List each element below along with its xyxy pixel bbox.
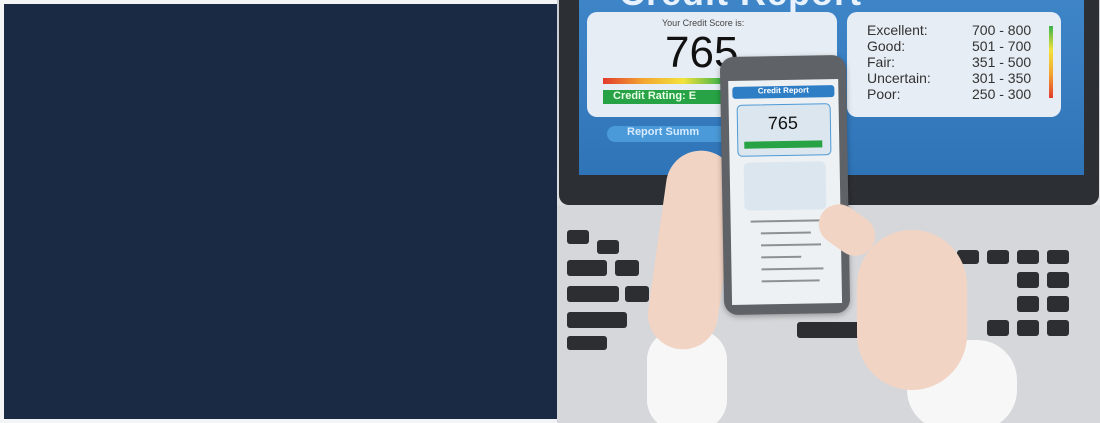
keyboard-key — [1017, 272, 1039, 288]
range-value: 501 - 700 — [972, 38, 1032, 54]
keyboard-key — [567, 286, 619, 302]
keyboard-key — [567, 336, 607, 350]
phone-text-line — [760, 231, 811, 235]
keyboard-key — [1047, 250, 1069, 264]
keyboard-key — [567, 230, 589, 244]
keyboard-key — [1017, 250, 1039, 264]
range-value: 700 - 800 — [972, 22, 1032, 38]
range-label: Fair: — [867, 54, 895, 70]
phone-text-line — [761, 243, 822, 247]
range-color-bar — [1049, 26, 1053, 98]
range-value: 301 - 350 — [972, 70, 1032, 86]
phone-rating-bar — [744, 140, 823, 149]
keyboard-key — [1017, 296, 1039, 312]
smartphone: Credit Report 765 — [719, 54, 851, 316]
keyboard-key — [987, 320, 1009, 336]
phone-text-line — [761, 255, 802, 259]
keyboard-key — [615, 260, 639, 276]
range-label: Uncertain: — [867, 70, 931, 86]
keyboard-key — [597, 240, 619, 254]
keyboard-key — [1047, 272, 1069, 288]
keyboard-key — [567, 312, 627, 328]
keyboard-key — [1047, 320, 1069, 336]
keyboard-key — [987, 250, 1009, 264]
phone-score-value: 765 — [767, 112, 799, 134]
phone-text-line — [750, 219, 821, 223]
score-meter — [603, 78, 723, 84]
phone-score-card: 765 — [736, 103, 832, 157]
keyboard-key — [1047, 296, 1069, 312]
navy-text-panel — [4, 4, 557, 419]
hero-banner: Credit Report Your Credit Score is: 765 … — [0, 0, 1100, 423]
phone-screen: Credit Report 765 — [728, 79, 843, 305]
keyboard-key — [1017, 320, 1039, 336]
credit-report-photo: Credit Report Your Credit Score is: 765 … — [557, 0, 1100, 423]
phone-header: Credit Report — [732, 85, 835, 99]
phone-range-card — [743, 161, 827, 211]
range-value: 351 - 500 — [972, 54, 1032, 70]
keyboard-key — [567, 260, 607, 276]
range-value: 250 - 300 — [972, 86, 1032, 102]
phone-text-line — [761, 267, 824, 271]
phone-text-line — [761, 279, 820, 283]
range-label: Poor: — [867, 86, 901, 102]
range-label: Good: — [867, 38, 906, 54]
right-hand — [857, 230, 967, 390]
score-range-card: Excellent: 700 - 800 Good: 501 - 700 Fai… — [847, 12, 1061, 117]
range-label: Excellent: — [867, 22, 928, 38]
score-caption: Your Credit Score is: — [662, 18, 745, 28]
keyboard-key — [625, 286, 649, 302]
